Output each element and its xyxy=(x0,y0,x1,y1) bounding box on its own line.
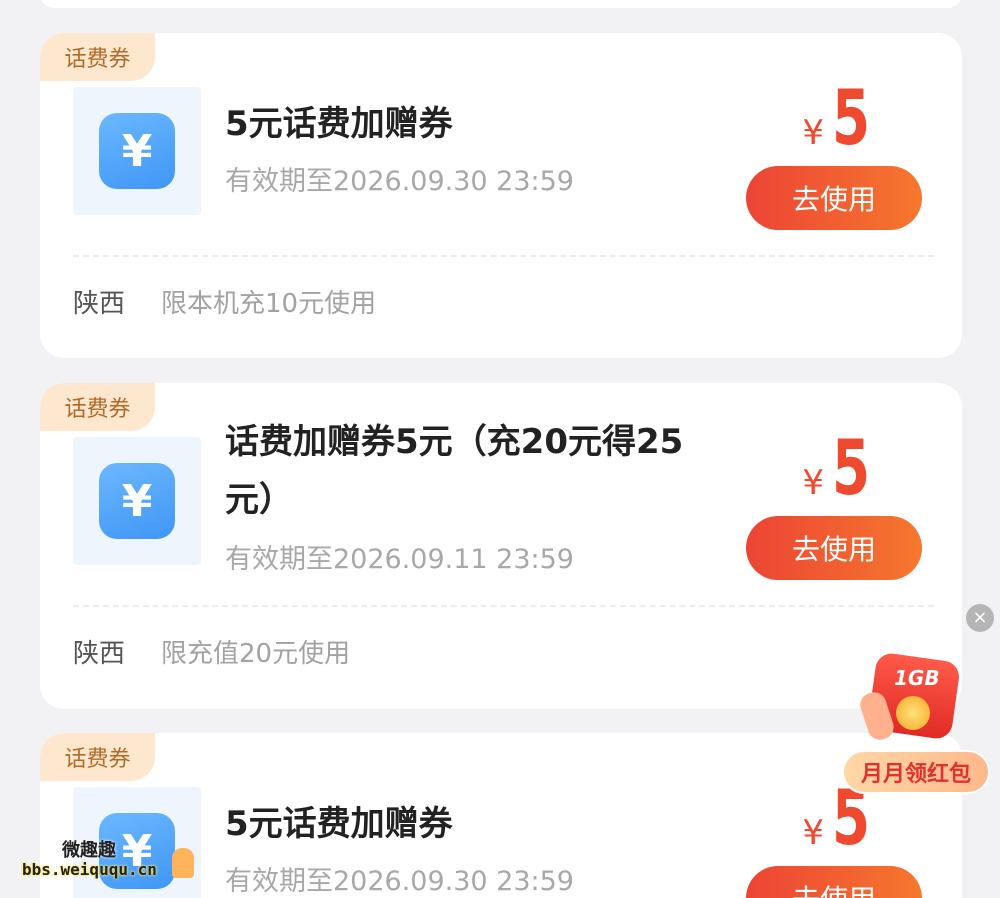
coin-icon xyxy=(896,696,930,730)
close-icon[interactable]: × xyxy=(966,604,994,632)
coupon-region: 陕西 xyxy=(73,639,126,669)
coupon-card: 话费券 ¥ 话费加赠券5元（充20元得25元） 有效期至2026.09.11 2… xyxy=(40,383,962,709)
yen-icon: ¥ xyxy=(99,463,175,539)
watermark: 微趣趣 bbs.weiququ.cn xyxy=(22,836,202,888)
currency-symbol: ¥ xyxy=(802,813,824,853)
dashed-divider xyxy=(73,605,934,607)
red-packet-widget[interactable]: 1GB 月月领红包 xyxy=(842,651,990,800)
coupon-title: 5元话费加赠券 xyxy=(225,104,453,144)
previous-card-edge xyxy=(40,0,962,8)
coupon-type-tag: 话费券 xyxy=(40,733,155,781)
coupon-validity: 有效期至2026.09.30 23:59 xyxy=(225,866,574,897)
currency-symbol: ¥ xyxy=(802,463,824,503)
dashed-divider xyxy=(73,255,934,257)
currency-symbol: ¥ xyxy=(802,113,824,153)
coupon-condition: 限本机充10元使用 xyxy=(161,289,377,319)
coupon-amount: 5 xyxy=(832,423,871,512)
coupon-validity: 有效期至2026.09.11 23:59 xyxy=(225,544,574,575)
coupon-card: 话费券 ¥ 5元话费加赠券 有效期至2026.09.30 23:59 ¥ 5 去… xyxy=(40,33,962,358)
coupon-region: 陕西 xyxy=(73,289,126,319)
coupon-footer: 陕西 限充值20元使用 xyxy=(73,633,350,670)
coupon-icon-box: ¥ xyxy=(73,437,201,565)
red-packet-label: 月月领红包 xyxy=(842,750,990,794)
watermark-name: 微趣趣 xyxy=(62,840,116,861)
use-coupon-button[interactable]: 去使用 xyxy=(746,866,922,898)
coupon-icon-box: ¥ xyxy=(73,87,201,215)
coupon-validity: 有效期至2026.09.30 23:59 xyxy=(225,166,574,197)
coupon-price: ¥ 5 xyxy=(802,423,872,512)
use-coupon-button[interactable]: 去使用 xyxy=(746,166,922,230)
use-coupon-button[interactable]: 去使用 xyxy=(746,516,922,580)
coupon-title: 5元话费加赠券 xyxy=(225,804,453,844)
coupon-amount: 5 xyxy=(832,73,871,162)
coupon-type-tag: 话费券 xyxy=(40,33,155,81)
coupon-price: ¥ 5 xyxy=(802,73,872,162)
coupon-type-tag: 话费券 xyxy=(40,383,155,431)
yen-icon: ¥ xyxy=(99,113,175,189)
red-packet-badge: 1GB xyxy=(894,666,940,690)
coupon-title: 话费加赠券5元（充20元得25元） xyxy=(225,422,684,520)
coupon-footer: 陕西 限本机充10元使用 xyxy=(73,283,376,320)
coupon-condition: 限充值20元使用 xyxy=(161,639,351,669)
mascot-icon xyxy=(172,848,194,878)
watermark-url: bbs.weiququ.cn xyxy=(22,860,157,879)
